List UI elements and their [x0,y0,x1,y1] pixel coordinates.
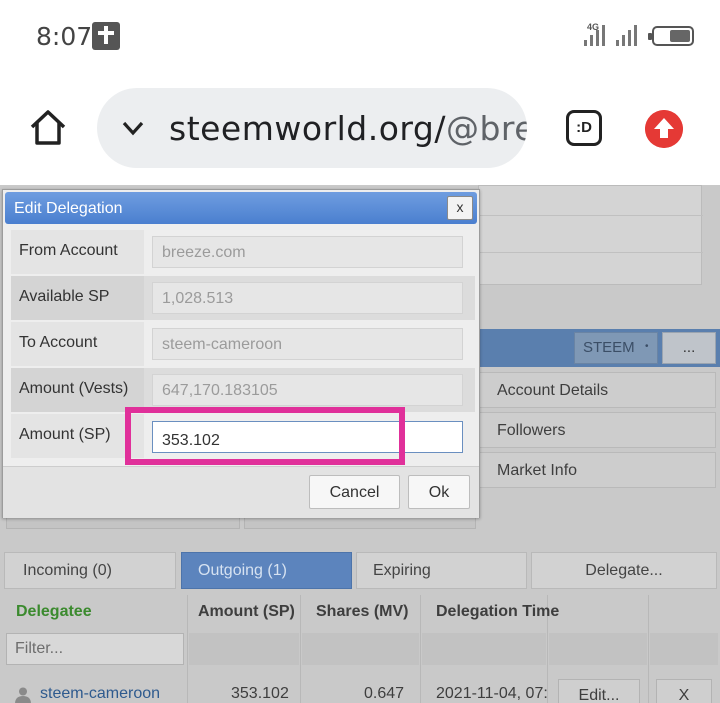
column-header-time[interactable]: Delegation Time [436,603,559,621]
background-panel [478,185,703,285]
upload-arrow-icon[interactable] [645,110,683,148]
form-row-from-account: From Account breeze.com [11,230,475,274]
battery-icon [648,26,694,46]
column-header-delegatee[interactable]: Delegatee [16,603,92,621]
table-header: Delegatee Amount (SP) Shares (MV) Delega… [0,595,720,631]
status-time: 8:07 [36,22,93,51]
amount-vests-field: 647,170.183105 [152,374,463,406]
cancel-button[interactable]: Cancel [309,475,400,509]
delegation-time-cell: 2021-11-04, 07: [436,685,548,702]
amount-vests-label: Amount (Vests) [19,380,129,397]
form-row-available-sp: Available SP 1,028.513 [11,276,475,320]
form-row-to-account: To Account steem-cameroon [11,322,475,366]
signal-strength-icon [584,24,608,46]
delegatee-link[interactable]: steem-cameroon [40,685,160,703]
signal-strength-icon-2 [616,24,640,46]
extension-icon[interactable]: :D [566,110,602,146]
tab-outgoing[interactable]: Outgoing (1) [181,552,352,589]
filter-row: Filter... [0,631,720,667]
tab-delegate[interactable]: Delegate... [531,552,717,589]
account-header-bar: STEEM • ... [478,329,720,367]
to-account-label: To Account [19,334,98,351]
column-header-shares[interactable]: Shares (MV) [316,603,408,621]
home-icon[interactable] [28,108,68,148]
bible-app-icon [92,22,120,50]
browser-toolbar: steemworld.org/@breez :D [0,70,720,185]
close-button[interactable]: x [447,196,473,220]
menu-item-market-info[interactable]: Market Info [478,452,716,488]
address-bar[interactable]: steemworld.org/@breez [97,88,527,168]
tab-incoming[interactable]: Incoming (0) [4,552,176,589]
form-row-amount-vests: Amount (Vests) 647,170.183105 [11,368,475,412]
dialog-footer: Cancel Ok [3,466,479,518]
chevron-down-icon[interactable] [119,114,147,142]
shares-mv-cell: 0.647 [364,685,405,702]
dialog-title-bar[interactable]: Edit Delegation x [5,192,477,224]
status-bar: 8:07 4G [0,0,720,70]
to-account-field: steem-cameroon [152,328,463,360]
more-button[interactable]: ... [662,332,716,364]
menu-item-followers[interactable]: Followers [478,412,716,448]
edit-delegation-dialog: Edit Delegation x From Account breeze.co… [2,189,480,518]
amount-sp-label: Amount (SP) [19,426,111,443]
remove-delegation-button[interactable]: X [656,679,712,703]
delegation-tabs: Incoming (0) Outgoing (1) Expiring Deleg… [4,552,718,590]
side-menu: Account Details Followers Market Info [478,372,716,492]
filter-input[interactable]: Filter... [6,633,184,665]
amount-sp-cell: 353.102 [231,685,289,702]
available-sp-label: Available SP [19,288,110,305]
from-account-label: From Account [19,242,118,259]
currency-select[interactable]: STEEM • [574,332,658,364]
dialog-title: Edit Delegation [14,200,123,217]
available-sp-field: 1,028.513 [152,282,463,314]
url-text[interactable]: steemworld.org/@breez [169,109,527,148]
from-account-field: breeze.com [152,236,463,268]
ok-button[interactable]: Ok [408,475,470,509]
column-header-amount[interactable]: Amount (SP) [198,603,295,621]
edit-delegation-button[interactable]: Edit... [558,679,640,703]
menu-item-account-details[interactable]: Account Details [478,372,716,408]
tab-expiring[interactable]: Expiring [356,552,527,589]
user-icon [15,687,31,703]
highlight-annotation-box [125,407,405,465]
table-row: steem-cameroon 353.102 0.647 2021-11-04,… [0,679,720,703]
